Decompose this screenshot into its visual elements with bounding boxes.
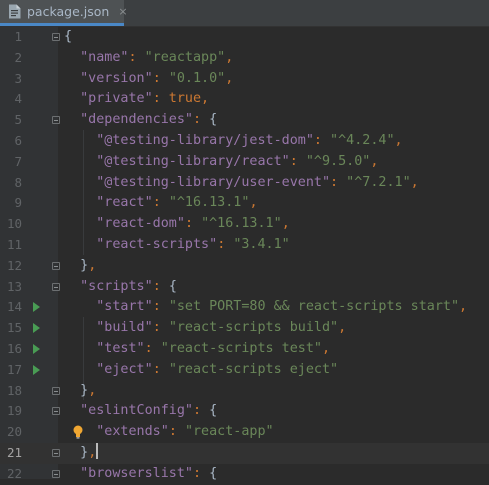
code-text: "eject": "react-scripts eject" (96, 361, 339, 377)
line-number: 5 (14, 112, 22, 128)
code-line[interactable]: 21 }, (0, 443, 489, 464)
line-number: 18 (6, 382, 22, 398)
code-text: "scripts": { (80, 278, 177, 294)
fold-end-icon[interactable] (52, 261, 60, 270)
line-number: 10 (6, 216, 22, 232)
code-text: "react-scripts": "3.4.1" (96, 237, 290, 252)
code-text: "react-dom": "^16.13.1", (96, 216, 290, 232)
line-number: 14 (6, 299, 22, 315)
code-line[interactable]: 2 "name": "reactapp", (0, 48, 489, 69)
line-number: 8 (14, 174, 22, 190)
line-number: 11 (6, 237, 22, 252)
fold-collapse-icon[interactable] (52, 116, 60, 125)
code-line[interactable]: 19 "eslintConfig": { (0, 401, 489, 422)
fold-end-icon[interactable] (52, 386, 60, 395)
code-text: "dependencies": { (80, 112, 218, 128)
text-cursor (96, 443, 99, 459)
code-line[interactable]: 1{ (0, 27, 489, 48)
code-text: "version": "0.1.0", (80, 70, 234, 86)
fold-collapse-icon[interactable] (52, 407, 60, 416)
code-line[interactable]: 8 "@testing-library/user-event": "^7.2.1… (0, 173, 489, 194)
code-line[interactable]: 9 "react": "^16.13.1", (0, 193, 489, 214)
line-number: 9 (14, 195, 22, 211)
code-text: "private": true, (80, 91, 210, 107)
code-line[interactable]: 4 "private": true, (0, 89, 489, 110)
line-number: 16 (6, 341, 22, 356)
close-icon[interactable]: × (118, 5, 127, 18)
line-number: 13 (6, 278, 22, 294)
run-script-icon[interactable] (33, 364, 40, 375)
code-line[interactable]: 16 "test": "react-scripts test", (0, 339, 489, 360)
code-text: "build": "react-scripts build", (96, 320, 347, 336)
code-line[interactable]: 10 "react-dom": "^16.13.1", (0, 214, 489, 235)
code-text: }, (80, 443, 99, 460)
code-text: }, (80, 382, 97, 398)
line-number: 19 (6, 403, 22, 419)
line-number: 3 (14, 70, 22, 86)
code-text: }, (80, 257, 97, 273)
code-line[interactable]: 5 "dependencies": { (0, 110, 489, 131)
code-text: "extends": "react-app" (96, 424, 274, 440)
code-text: { (64, 29, 73, 44)
code-text: "name": "reactapp", (80, 49, 234, 65)
line-number: 22 (6, 465, 22, 481)
code-text: "browserslist": { (80, 465, 218, 481)
code-line[interactable]: 3 "version": "0.1.0", (0, 69, 489, 90)
code-line[interactable]: 7 "@testing-library/react": "^9.5.0", (0, 152, 489, 173)
line-number: 21 (6, 445, 22, 460)
code-line[interactable]: 20 "extends": "react-app" (0, 422, 489, 443)
code-text: "@testing-library/user-event": "^7.2.1", (96, 174, 419, 190)
code-text: "@testing-library/jest-dom": "^4.2.4", (96, 133, 403, 148)
code-editor[interactable]: 1{2 "name": "reactapp", 3 "version": "0.1… (0, 26, 489, 481)
line-number: 7 (14, 153, 22, 169)
line-number: 6 (14, 133, 22, 148)
code-text: "react": "^16.13.1", (96, 195, 258, 211)
line-number: 15 (6, 320, 22, 336)
code-line[interactable]: 15 "build": "react-scripts build", (0, 318, 489, 339)
line-number: 4 (14, 91, 22, 107)
run-script-icon[interactable] (33, 302, 40, 313)
fold-collapse-icon[interactable] (52, 469, 60, 478)
run-script-icon[interactable] (33, 323, 40, 334)
code-line[interactable]: 18 }, (0, 381, 489, 402)
line-number: 20 (6, 424, 22, 440)
line-number: 17 (6, 361, 22, 377)
code-text: "@testing-library/react": "^9.5.0", (96, 153, 379, 169)
fold-collapse-icon[interactable] (52, 282, 60, 291)
code-line[interactable]: 22 "browserslist": { (0, 464, 489, 485)
fold-collapse-icon[interactable] (52, 33, 60, 41)
code-line[interactable]: 14 "start": "set PORT=80 && react-script… (0, 297, 489, 318)
json-file-icon (8, 4, 21, 19)
code-line[interactable]: 13 "scripts": { (0, 277, 489, 298)
tab-package-json[interactable]: package.json × (0, 0, 128, 26)
tab-label: package.json (27, 4, 110, 19)
editor-tab-bar: package.json × (0, 0, 489, 27)
code-text: "eslintConfig": { (80, 403, 218, 419)
run-script-icon[interactable] (33, 344, 40, 354)
code-text: "start": "set PORT=80 && react-scripts s… (96, 299, 468, 315)
code-line[interactable]: 17 "eject": "react-scripts eject" (0, 360, 489, 381)
code-line[interactable]: 11 "react-scripts": "3.4.1" (0, 235, 489, 256)
code-line[interactable]: 12 }, (0, 256, 489, 277)
line-number: 2 (14, 49, 22, 65)
code-line[interactable]: 6 "@testing-library/jest-dom": "^4.2.4", (0, 131, 489, 152)
line-number: 1 (14, 29, 22, 44)
code-text: "test": "react-scripts test", (96, 341, 331, 356)
line-number: 12 (6, 257, 22, 273)
fold-end-icon[interactable] (52, 449, 60, 457)
